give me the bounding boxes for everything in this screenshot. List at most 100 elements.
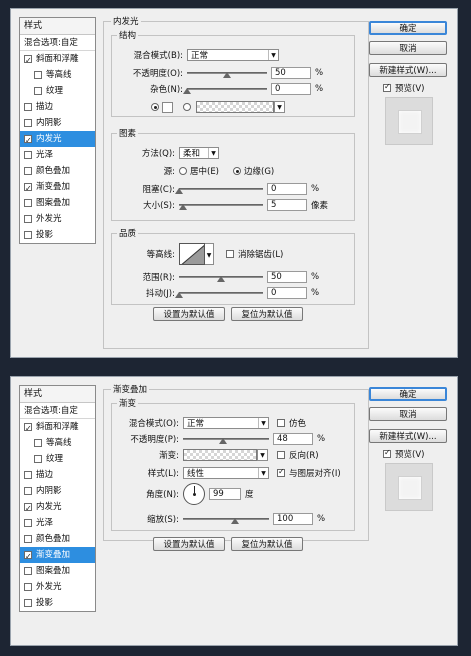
cancel-button[interactable]: 取消: [369, 407, 447, 421]
checkbox-icon[interactable]: [24, 181, 32, 197]
ok-button[interactable]: 确定: [369, 21, 447, 35]
slider-thumb-icon[interactable]: [223, 72, 231, 78]
checkbox-icon[interactable]: [34, 71, 42, 79]
style-select[interactable]: 线性 ▼: [183, 467, 269, 479]
checkbox-icon[interactable]: [24, 567, 32, 575]
contour-dropdown[interactable]: ▼: [205, 243, 214, 265]
scale-input[interactable]: 100: [273, 513, 313, 525]
blend-options-item[interactable]: 混合选项:自定: [20, 403, 95, 419]
new-style-button[interactable]: 新建样式(W)...: [369, 429, 447, 443]
checkbox-icon[interactable]: [24, 151, 32, 159]
sidebar-item-bevel[interactable]: 斜面和浮雕: [20, 419, 95, 437]
checkbox-icon[interactable]: [24, 421, 32, 437]
checkbox-icon[interactable]: [24, 103, 32, 111]
sidebar-item-satin[interactable]: 光泽: [20, 147, 95, 163]
slider-thumb-icon[interactable]: [175, 292, 183, 298]
sidebar-item-satin[interactable]: 光泽: [20, 515, 95, 531]
noise-slider[interactable]: [183, 83, 267, 95]
sidebar-item-texture[interactable]: 纹理: [20, 83, 95, 99]
slider-thumb-icon[interactable]: [219, 438, 227, 444]
sidebar-item-pattern-overlay[interactable]: 图案叠加: [20, 563, 95, 579]
scale-slider[interactable]: [183, 513, 269, 525]
size-slider[interactable]: [179, 199, 263, 211]
cancel-button[interactable]: 取消: [369, 41, 447, 55]
glow-gradient-picker[interactable]: ▼: [196, 101, 285, 113]
sidebar-item-inner-shadow[interactable]: 内阴影: [20, 115, 95, 131]
range-input[interactable]: 50: [267, 271, 307, 283]
checkbox-icon[interactable]: [24, 167, 32, 175]
styles-header[interactable]: 样式: [20, 18, 95, 35]
radio-edge-icon[interactable]: [233, 167, 242, 175]
choke-input[interactable]: 0: [267, 183, 307, 195]
blend-mode-select[interactable]: 正常 ▼: [183, 417, 269, 429]
sidebar-item-drop-shadow[interactable]: 投影: [20, 227, 95, 243]
dither-checkbox[interactable]: [277, 419, 285, 427]
preview-toggle[interactable]: 预览(V): [383, 82, 424, 94]
set-default-button[interactable]: 设置为默认值: [153, 307, 225, 321]
sidebar-item-inner-shadow[interactable]: 内阴影: [20, 483, 95, 499]
radio-color-icon[interactable]: [151, 103, 159, 111]
checkbox-icon[interactable]: [24, 519, 32, 527]
sidebar-item-color-overlay[interactable]: 颜色叠加: [20, 163, 95, 179]
gradient-picker[interactable]: ▼: [183, 449, 268, 461]
jitter-slider[interactable]: [175, 287, 263, 299]
sidebar-item-outer-glow[interactable]: 外发光: [20, 211, 95, 227]
checkbox-icon[interactable]: [24, 583, 32, 591]
new-style-button[interactable]: 新建样式(W)...: [369, 63, 447, 77]
checkbox-icon[interactable]: [24, 199, 32, 207]
sidebar-item-pattern-overlay[interactable]: 图案叠加: [20, 195, 95, 211]
checkbox-icon[interactable]: [24, 487, 32, 495]
sidebar-item-stroke[interactable]: 描边: [20, 99, 95, 115]
opacity-slider[interactable]: [183, 433, 269, 445]
sidebar-item-bevel[interactable]: 斜面和浮雕: [20, 51, 95, 69]
checkbox-icon[interactable]: [24, 231, 32, 239]
checkbox-icon[interactable]: [24, 133, 32, 149]
chevron-down-icon[interactable]: ▼: [274, 101, 285, 113]
checkbox-icon[interactable]: [34, 439, 42, 447]
align-with-layer-checkbox[interactable]: [277, 467, 285, 477]
checkbox-icon[interactable]: [24, 501, 32, 517]
checkbox-icon[interactable]: [24, 215, 32, 223]
blend-mode-select[interactable]: 正常 ▼: [187, 49, 279, 61]
size-input[interactable]: 5: [267, 199, 307, 211]
reverse-checkbox[interactable]: [277, 451, 285, 459]
reset-default-button[interactable]: 复位为默认值: [231, 537, 303, 551]
checkbox-icon[interactable]: [24, 471, 32, 479]
jitter-input[interactable]: 0: [267, 287, 307, 299]
slider-thumb-icon[interactable]: [231, 518, 239, 524]
radio-center-icon[interactable]: [179, 167, 187, 175]
sidebar-item-contour[interactable]: 等高线: [20, 435, 95, 451]
sidebar-item-color-overlay[interactable]: 颜色叠加: [20, 531, 95, 547]
opacity-input[interactable]: 50: [271, 67, 311, 79]
angle-dial-icon[interactable]: [183, 483, 205, 505]
sidebar-item-gradient-overlay[interactable]: 渐变叠加: [20, 547, 95, 565]
radio-gradient-icon[interactable]: [183, 103, 191, 111]
checkbox-icon[interactable]: [24, 53, 32, 69]
slider-thumb-icon[interactable]: [175, 188, 183, 194]
preview-checkbox[interactable]: [383, 448, 391, 458]
slider-thumb-icon[interactable]: [217, 276, 225, 282]
styles-header[interactable]: 样式: [20, 386, 95, 403]
choke-slider[interactable]: [175, 183, 263, 195]
checkbox-icon[interactable]: [24, 119, 32, 127]
sidebar-item-contour[interactable]: 等高线: [20, 67, 95, 83]
preview-checkbox[interactable]: [383, 82, 391, 92]
opacity-input[interactable]: 48: [273, 433, 313, 445]
range-slider[interactable]: [179, 271, 263, 283]
contour-picker[interactable]: [179, 243, 205, 265]
glow-color-swatch[interactable]: [162, 101, 173, 113]
sidebar-item-drop-shadow[interactable]: 投影: [20, 595, 95, 611]
slider-thumb-icon[interactable]: [183, 88, 191, 94]
sidebar-item-inner-glow[interactable]: 内发光: [20, 499, 95, 517]
sidebar-item-outer-glow[interactable]: 外发光: [20, 579, 95, 595]
sidebar-item-gradient-overlay[interactable]: 渐变叠加: [20, 179, 95, 197]
checkbox-icon[interactable]: [24, 535, 32, 543]
antialias-checkbox[interactable]: [226, 250, 234, 258]
opacity-slider[interactable]: [187, 67, 267, 79]
noise-input[interactable]: 0: [271, 83, 311, 95]
ok-button[interactable]: 确定: [369, 387, 447, 401]
blend-options-item[interactable]: 混合选项:自定: [20, 35, 95, 51]
checkbox-icon[interactable]: [24, 599, 32, 607]
set-default-button[interactable]: 设置为默认值: [153, 537, 225, 551]
sidebar-item-inner-glow[interactable]: 内发光: [20, 131, 95, 149]
